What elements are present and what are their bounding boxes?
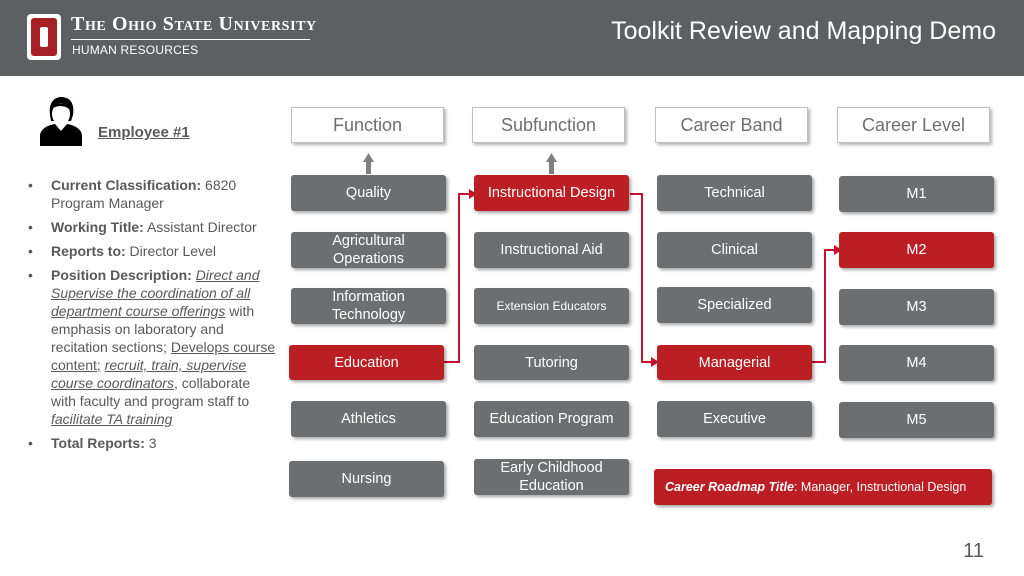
page-number: 11	[963, 540, 984, 562]
career-roadmap-title: Career Roadmap Title: Manager, Instructi…	[654, 469, 992, 505]
career-level-item-m4[interactable]: M4	[839, 345, 994, 381]
career-band-item-technical[interactable]: Technical	[657, 175, 812, 211]
column-header-function: Function	[291, 107, 444, 143]
roadmap-value: : Manager, Instructional Design	[793, 480, 967, 494]
subfunction-item-tutoring[interactable]: Tutoring	[474, 345, 629, 380]
function-item-quality[interactable]: Quality	[291, 175, 446, 211]
connector-instructional-design-to-managerial	[630, 193, 652, 363]
column-header-career-level: Career Level	[837, 107, 990, 143]
career-level-item-m3[interactable]: M3	[839, 289, 994, 325]
person-icon	[40, 97, 82, 146]
career-band-item-executive[interactable]: Executive	[657, 401, 812, 437]
career-band-item-clinical[interactable]: Clinical	[657, 232, 812, 268]
up-arrow-icon	[363, 153, 374, 174]
subfunction-item-education-program[interactable]: Education Program	[474, 401, 629, 437]
detail-total-reports: Total Reports: 3	[28, 434, 278, 452]
slide-header: The Ohio State University HUMAN RESOURCE…	[0, 0, 1024, 76]
function-item-nursing[interactable]: Nursing	[289, 461, 444, 497]
subfunction-item-instructional-aid[interactable]: Instructional Aid	[474, 232, 629, 268]
function-item-athletics[interactable]: Athletics	[291, 401, 446, 437]
university-name: The Ohio State University	[71, 13, 317, 35]
column-header-career-band: Career Band	[655, 107, 808, 143]
department-name: HUMAN RESOURCES	[72, 43, 199, 57]
career-level-item-m5[interactable]: M5	[839, 402, 994, 438]
slide-title: Toolkit Review and Mapping Demo	[611, 17, 996, 45]
column-header-subfunction: Subfunction	[472, 107, 625, 143]
employee-label: Employee #1	[98, 124, 190, 141]
career-band-item-managerial[interactable]: Managerial	[657, 345, 812, 380]
detail-classification: Current Classification: 6820 Program Man…	[28, 176, 278, 212]
subfunction-item-early-childhood-education[interactable]: Early Childhood Education	[474, 459, 629, 495]
detail-reports-to: Reports to: Director Level	[28, 242, 278, 260]
connector-managerial-to-m2	[812, 249, 835, 363]
career-level-item-m2[interactable]: M2	[839, 232, 994, 268]
function-item-agricultural-operations[interactable]: Agricultural Operations	[291, 232, 446, 268]
connector-education-to-instructional-design	[444, 193, 470, 363]
function-item-information-technology[interactable]: Information Technology	[291, 288, 446, 324]
career-level-item-m1[interactable]: M1	[839, 176, 994, 212]
employee-details-list: Current Classification: 6820 Program Man…	[28, 176, 278, 458]
career-band-item-specialized[interactable]: Specialized	[657, 287, 812, 323]
logo-divider	[71, 39, 310, 40]
roadmap-label: Career Roadmap Title	[665, 480, 794, 494]
up-arrow-icon	[546, 153, 557, 174]
subfunction-item-extension-educators[interactable]: Extension Educators	[474, 288, 629, 324]
function-item-education[interactable]: Education	[289, 345, 444, 380]
detail-position-description: Position Description: Direct and Supervi…	[28, 266, 278, 428]
detail-working-title: Working Title: Assistant Director	[28, 218, 278, 236]
subfunction-item-instructional-design[interactable]: Instructional Design	[474, 175, 629, 211]
osu-logo-icon	[27, 14, 61, 60]
